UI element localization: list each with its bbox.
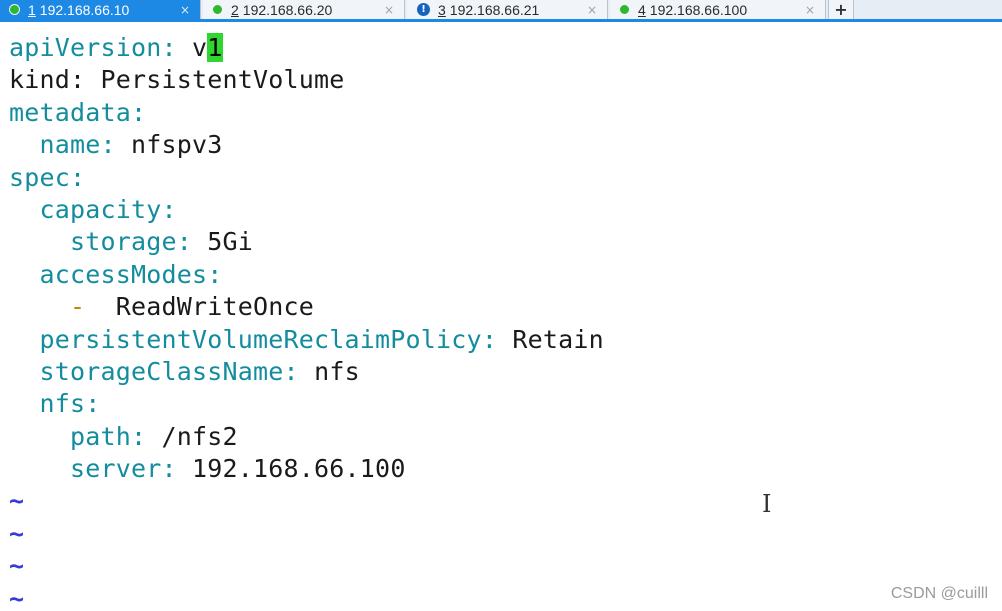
- code-line: accessModes:: [39, 259, 223, 289]
- empty-line-tilde: ~: [9, 583, 25, 611]
- yaml-value: 5Gi: [207, 227, 254, 257]
- empty-line-tilde: ~: [9, 551, 25, 581]
- close-tab-icon[interactable]: ×: [180, 0, 190, 19]
- code-line: persistentVolumeReclaimPolicy: Retain: [39, 324, 604, 354]
- text-cursor: 1: [207, 33, 223, 62]
- yaml-key: nfs: [39, 389, 86, 419]
- yaml-value: ReadWriteOnce: [85, 292, 315, 322]
- yaml-value: Retain: [512, 324, 604, 354]
- code-line: capacity:: [39, 194, 177, 224]
- code-line: - ReadWriteOnce: [9, 291, 604, 323]
- tab-session-2[interactable]: 2 192.168.66.20 ×: [203, 0, 405, 19]
- yaml-key: server: [70, 454, 162, 484]
- yaml-key: metadata: [9, 97, 132, 127]
- yaml-value: nfs: [314, 356, 360, 386]
- code-line: metadata:: [9, 97, 147, 127]
- add-tab-button[interactable]: +: [828, 0, 854, 19]
- ibeam-cursor-icon: I: [762, 490, 772, 518]
- connected-status-icon: [620, 5, 629, 14]
- tab-host-label: 192.168.66.10: [39, 1, 130, 18]
- yaml-key: kind: [9, 65, 71, 95]
- yaml-value: v: [192, 33, 208, 62]
- list-dash: -: [70, 292, 86, 322]
- yaml-key: apiVersion: [9, 33, 162, 62]
- yaml-value: nfspv3: [131, 130, 223, 160]
- yaml-key: capacity: [39, 194, 162, 224]
- vim-editor[interactable]: apiVersion: v1 kind: PersistentVolume me…: [0, 22, 1002, 611]
- yaml-value: PersistentVolume: [100, 65, 345, 95]
- code-line: name: nfspv3: [39, 130, 223, 160]
- tab-session-4[interactable]: 4 192.168.66.100 ×: [610, 0, 826, 19]
- connected-status-icon: [213, 5, 222, 14]
- session-tab-bar: 1 192.168.66.10 × 2 192.168.66.20 × ! 3 …: [0, 0, 1002, 22]
- tab-number: 1: [28, 1, 36, 18]
- yaml-key: path: [70, 421, 132, 451]
- tab-session-1[interactable]: 1 192.168.66.10 ×: [0, 0, 201, 19]
- yaml-key: storageClassName: [39, 356, 284, 386]
- yaml-key: name: [39, 130, 101, 160]
- tab-host-label: 192.168.66.100: [649, 1, 748, 18]
- tab-number: 4: [638, 1, 646, 18]
- empty-line-tilde: ~: [9, 518, 25, 548]
- code-line: server: 192.168.66.100: [70, 454, 406, 484]
- yaml-key: spec: [9, 162, 71, 192]
- tab-host-label: 192.168.66.20: [242, 1, 333, 18]
- code-line: storageClassName: nfs: [39, 356, 360, 386]
- watermark: CSDN @cuilll: [890, 585, 988, 602]
- yaml-key: storage: [70, 227, 177, 257]
- connected-status-icon: [10, 5, 19, 14]
- code-line: spec:: [9, 162, 86, 192]
- code-line: storage: 5Gi: [70, 227, 254, 257]
- code-line: kind: PersistentVolume: [9, 65, 345, 95]
- yaml-value: /nfs2: [161, 421, 238, 451]
- code-line: path: /nfs2: [70, 421, 238, 451]
- yaml-value: 192.168.66.100: [192, 454, 406, 484]
- code-line: nfs:: [39, 389, 101, 419]
- info-status-icon: !: [417, 3, 430, 16]
- tab-host-label: 192.168.66.21: [449, 1, 540, 18]
- close-tab-icon[interactable]: ×: [805, 0, 815, 19]
- empty-line-tilde: ~: [9, 486, 25, 516]
- code-line: apiVersion: v1: [9, 33, 223, 62]
- yaml-key: persistentVolumeReclaimPolicy: [39, 324, 482, 354]
- close-tab-icon[interactable]: ×: [587, 0, 597, 19]
- tab-number: 3: [438, 1, 446, 18]
- tab-session-3[interactable]: ! 3 192.168.66.21 ×: [407, 0, 608, 19]
- tab-number: 2: [231, 1, 239, 18]
- yaml-key: accessModes: [39, 259, 208, 289]
- close-tab-icon[interactable]: ×: [384, 0, 394, 19]
- yaml-buffer: apiVersion: v1 kind: PersistentVolume me…: [9, 32, 604, 611]
